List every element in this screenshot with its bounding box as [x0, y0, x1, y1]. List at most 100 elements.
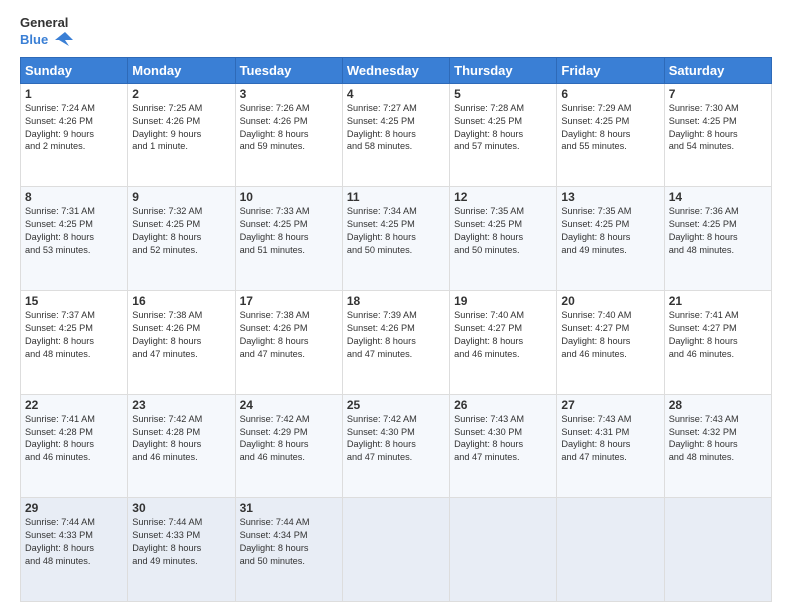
day-info: Sunrise: 7:40 AM Sunset: 4:27 PM Dayligh…: [561, 309, 659, 361]
day-info: Sunrise: 7:27 AM Sunset: 4:25 PM Dayligh…: [347, 102, 445, 154]
day-cell: 19Sunrise: 7:40 AM Sunset: 4:27 PM Dayli…: [450, 291, 557, 395]
day-number: 30: [132, 501, 230, 515]
day-info: Sunrise: 7:43 AM Sunset: 4:31 PM Dayligh…: [561, 413, 659, 465]
day-cell: 20Sunrise: 7:40 AM Sunset: 4:27 PM Dayli…: [557, 291, 664, 395]
col-header-saturday: Saturday: [664, 57, 771, 83]
day-info: Sunrise: 7:43 AM Sunset: 4:30 PM Dayligh…: [454, 413, 552, 465]
day-cell: 23Sunrise: 7:42 AM Sunset: 4:28 PM Dayli…: [128, 394, 235, 498]
col-header-thursday: Thursday: [450, 57, 557, 83]
day-cell: 17Sunrise: 7:38 AM Sunset: 4:26 PM Dayli…: [235, 291, 342, 395]
col-header-tuesday: Tuesday: [235, 57, 342, 83]
week-row-4: 22Sunrise: 7:41 AM Sunset: 4:28 PM Dayli…: [21, 394, 772, 498]
day-cell: 29Sunrise: 7:44 AM Sunset: 4:33 PM Dayli…: [21, 498, 128, 602]
day-number: 21: [669, 294, 767, 308]
day-cell: 24Sunrise: 7:42 AM Sunset: 4:29 PM Dayli…: [235, 394, 342, 498]
day-info: Sunrise: 7:41 AM Sunset: 4:28 PM Dayligh…: [25, 413, 123, 465]
day-number: 6: [561, 87, 659, 101]
day-cell: 8Sunrise: 7:31 AM Sunset: 4:25 PM Daylig…: [21, 187, 128, 291]
day-number: 27: [561, 398, 659, 412]
day-cell: 30Sunrise: 7:44 AM Sunset: 4:33 PM Dayli…: [128, 498, 235, 602]
day-cell: 11Sunrise: 7:34 AM Sunset: 4:25 PM Dayli…: [342, 187, 449, 291]
day-cell: 16Sunrise: 7:38 AM Sunset: 4:26 PM Dayli…: [128, 291, 235, 395]
col-header-wednesday: Wednesday: [342, 57, 449, 83]
week-row-2: 8Sunrise: 7:31 AM Sunset: 4:25 PM Daylig…: [21, 187, 772, 291]
day-info: Sunrise: 7:25 AM Sunset: 4:26 PM Dayligh…: [132, 102, 230, 154]
day-cell: 31Sunrise: 7:44 AM Sunset: 4:34 PM Dayli…: [235, 498, 342, 602]
day-info: Sunrise: 7:28 AM Sunset: 4:25 PM Dayligh…: [454, 102, 552, 154]
day-info: Sunrise: 7:30 AM Sunset: 4:25 PM Dayligh…: [669, 102, 767, 154]
day-info: Sunrise: 7:39 AM Sunset: 4:26 PM Dayligh…: [347, 309, 445, 361]
col-header-friday: Friday: [557, 57, 664, 83]
day-info: Sunrise: 7:44 AM Sunset: 4:33 PM Dayligh…: [132, 516, 230, 568]
day-cell: 6Sunrise: 7:29 AM Sunset: 4:25 PM Daylig…: [557, 83, 664, 187]
day-cell: 9Sunrise: 7:32 AM Sunset: 4:25 PM Daylig…: [128, 187, 235, 291]
day-cell: 12Sunrise: 7:35 AM Sunset: 4:25 PM Dayli…: [450, 187, 557, 291]
day-cell: 22Sunrise: 7:41 AM Sunset: 4:28 PM Dayli…: [21, 394, 128, 498]
day-number: 17: [240, 294, 338, 308]
day-number: 11: [347, 190, 445, 204]
day-info: Sunrise: 7:31 AM Sunset: 4:25 PM Dayligh…: [25, 205, 123, 257]
day-cell: [450, 498, 557, 602]
day-info: Sunrise: 7:37 AM Sunset: 4:25 PM Dayligh…: [25, 309, 123, 361]
day-cell: 4Sunrise: 7:27 AM Sunset: 4:25 PM Daylig…: [342, 83, 449, 187]
calendar-table: SundayMondayTuesdayWednesdayThursdayFrid…: [20, 57, 772, 602]
header: General Blue: [20, 15, 772, 49]
col-header-sunday: Sunday: [21, 57, 128, 83]
day-cell: 1Sunrise: 7:24 AM Sunset: 4:26 PM Daylig…: [21, 83, 128, 187]
day-info: Sunrise: 7:44 AM Sunset: 4:33 PM Dayligh…: [25, 516, 123, 568]
day-cell: 7Sunrise: 7:30 AM Sunset: 4:25 PM Daylig…: [664, 83, 771, 187]
page: General Blue SundayMondayTuesdayWednesda…: [0, 0, 792, 612]
day-number: 28: [669, 398, 767, 412]
day-info: Sunrise: 7:41 AM Sunset: 4:27 PM Dayligh…: [669, 309, 767, 361]
logo-bird-icon: [51, 32, 73, 48]
day-number: 25: [347, 398, 445, 412]
day-info: Sunrise: 7:44 AM Sunset: 4:34 PM Dayligh…: [240, 516, 338, 568]
week-row-3: 15Sunrise: 7:37 AM Sunset: 4:25 PM Dayli…: [21, 291, 772, 395]
day-info: Sunrise: 7:35 AM Sunset: 4:25 PM Dayligh…: [454, 205, 552, 257]
day-number: 9: [132, 190, 230, 204]
day-info: Sunrise: 7:40 AM Sunset: 4:27 PM Dayligh…: [454, 309, 552, 361]
day-info: Sunrise: 7:35 AM Sunset: 4:25 PM Dayligh…: [561, 205, 659, 257]
day-cell: 13Sunrise: 7:35 AM Sunset: 4:25 PM Dayli…: [557, 187, 664, 291]
day-info: Sunrise: 7:24 AM Sunset: 4:26 PM Dayligh…: [25, 102, 123, 154]
day-number: 5: [454, 87, 552, 101]
day-number: 15: [25, 294, 123, 308]
day-cell: 28Sunrise: 7:43 AM Sunset: 4:32 PM Dayli…: [664, 394, 771, 498]
day-cell: [664, 498, 771, 602]
day-info: Sunrise: 7:42 AM Sunset: 4:29 PM Dayligh…: [240, 413, 338, 465]
day-number: 29: [25, 501, 123, 515]
day-number: 7: [669, 87, 767, 101]
day-info: Sunrise: 7:42 AM Sunset: 4:28 PM Dayligh…: [132, 413, 230, 465]
day-cell: 10Sunrise: 7:33 AM Sunset: 4:25 PM Dayli…: [235, 187, 342, 291]
day-cell: 5Sunrise: 7:28 AM Sunset: 4:25 PM Daylig…: [450, 83, 557, 187]
day-number: 31: [240, 501, 338, 515]
day-info: Sunrise: 7:32 AM Sunset: 4:25 PM Dayligh…: [132, 205, 230, 257]
day-info: Sunrise: 7:38 AM Sunset: 4:26 PM Dayligh…: [132, 309, 230, 361]
day-info: Sunrise: 7:36 AM Sunset: 4:25 PM Dayligh…: [669, 205, 767, 257]
day-number: 24: [240, 398, 338, 412]
day-number: 16: [132, 294, 230, 308]
day-cell: 2Sunrise: 7:25 AM Sunset: 4:26 PM Daylig…: [128, 83, 235, 187]
logo: General Blue: [20, 15, 73, 49]
day-cell: [342, 498, 449, 602]
day-number: 19: [454, 294, 552, 308]
day-cell: 25Sunrise: 7:42 AM Sunset: 4:30 PM Dayli…: [342, 394, 449, 498]
day-info: Sunrise: 7:34 AM Sunset: 4:25 PM Dayligh…: [347, 205, 445, 257]
day-number: 2: [132, 87, 230, 101]
col-header-monday: Monday: [128, 57, 235, 83]
day-number: 18: [347, 294, 445, 308]
day-number: 8: [25, 190, 123, 204]
day-info: Sunrise: 7:38 AM Sunset: 4:26 PM Dayligh…: [240, 309, 338, 361]
day-number: 22: [25, 398, 123, 412]
day-info: Sunrise: 7:42 AM Sunset: 4:30 PM Dayligh…: [347, 413, 445, 465]
day-cell: [557, 498, 664, 602]
week-row-5: 29Sunrise: 7:44 AM Sunset: 4:33 PM Dayli…: [21, 498, 772, 602]
day-info: Sunrise: 7:43 AM Sunset: 4:32 PM Dayligh…: [669, 413, 767, 465]
day-number: 1: [25, 87, 123, 101]
day-number: 26: [454, 398, 552, 412]
day-number: 4: [347, 87, 445, 101]
day-number: 13: [561, 190, 659, 204]
day-info: Sunrise: 7:26 AM Sunset: 4:26 PM Dayligh…: [240, 102, 338, 154]
day-cell: 14Sunrise: 7:36 AM Sunset: 4:25 PM Dayli…: [664, 187, 771, 291]
day-cell: 3Sunrise: 7:26 AM Sunset: 4:26 PM Daylig…: [235, 83, 342, 187]
